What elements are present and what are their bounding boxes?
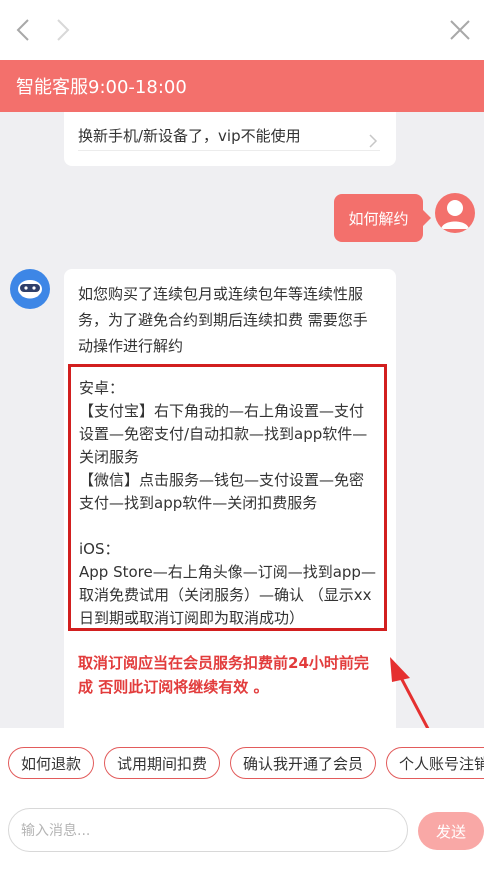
quick-reply-bar: 如何退款 试用期间扣费 确认我开通了会员 个人账号注销 <box>0 740 484 786</box>
chip-label: 如何退款 <box>21 754 82 773</box>
quick-reply-trial-charge[interactable]: 试用期间扣费 <box>104 747 221 779</box>
highlighted-instructions: 安卓： 【支付宝】右下角我的—右上角设置—支付设置—免密支付/自动扣款—找到ap… <box>68 364 387 631</box>
chevron-right-icon <box>57 19 70 41</box>
chevron-right-icon <box>369 134 378 148</box>
warning-text: 取消订阅应当在会员服务扣费前24小时前完成 否则此订阅将继续有效 。 <box>78 654 369 696</box>
wechat-instructions: 【微信】点击服务—钱包—支付设置—免密支付—找到app软件—关闭扣费服务 <box>79 471 365 512</box>
send-label: 发送 <box>435 822 466 841</box>
chip-label: 个人账号注销 <box>399 754 484 773</box>
chip-label: 确认我开通了会员 <box>243 754 364 773</box>
robot-icon <box>18 280 42 299</box>
faq-card: 换新手机/新设备了，vip不能使用 <box>64 112 396 166</box>
input-placeholder: 输入消息... <box>21 823 91 839</box>
quick-reply-refund[interactable]: 如何退款 <box>8 747 95 779</box>
android-title: 安卓： <box>79 379 125 397</box>
ios-title: iOS： <box>79 540 120 558</box>
send-button[interactable]: 发送 <box>418 812 484 850</box>
user-message-bubble: 如何解约 <box>334 194 431 242</box>
chip-label: 试用期间扣费 <box>117 754 208 773</box>
bot-message-bubble: 如您购买了连续包月或连续包年等连续性服务，为了避免合约到期后连续扣费 需要您手动… <box>64 269 396 728</box>
quick-reply-confirm-member[interactable]: 确认我开通了会员 <box>230 747 377 779</box>
ios-instructions: App Store—右上角头像—订阅—找到app—取消免费试用（关闭服务）—确认… <box>79 563 376 627</box>
bot-intro-text: 如您购买了连续包月或连续包年等连续性服务，为了避免合约到期后连续扣费 需要您手动… <box>78 285 368 355</box>
chat-area[interactable]: 换新手机/新设备了，vip不能使用 如何解约 如您购买了连续包月或连续包年等连续… <box>0 112 484 728</box>
faq-item-label: 换新手机/新设备了，vip不能使用 <box>78 126 301 145</box>
message-input-bar: 输入消息... 发送 <box>0 800 484 869</box>
user-avatar-icon <box>441 200 469 229</box>
bot-avatar <box>10 269 50 309</box>
service-hours-banner: 智能客服9:00-18:00 <box>0 60 484 112</box>
close-icon <box>450 20 470 40</box>
chevron-left-icon <box>16 19 29 41</box>
message-input[interactable]: 输入消息... <box>8 808 408 852</box>
back-button[interactable] <box>8 14 40 46</box>
quick-reply-account-delete[interactable]: 个人账号注销 <box>386 747 484 779</box>
user-message-text: 如何解约 <box>348 209 409 228</box>
top-navigation-bar <box>0 0 484 60</box>
faq-item[interactable]: 换新手机/新设备了，vip不能使用 <box>78 120 380 151</box>
forward-button[interactable] <box>46 14 78 46</box>
user-avatar[interactable] <box>435 193 475 233</box>
close-button[interactable] <box>444 14 476 46</box>
alipay-instructions: 【支付宝】右下角我的—右上角设置—支付设置—免密支付/自动扣款—找到app软件—… <box>79 402 368 466</box>
service-hours-text: 智能客服9:00-18:00 <box>16 77 187 98</box>
